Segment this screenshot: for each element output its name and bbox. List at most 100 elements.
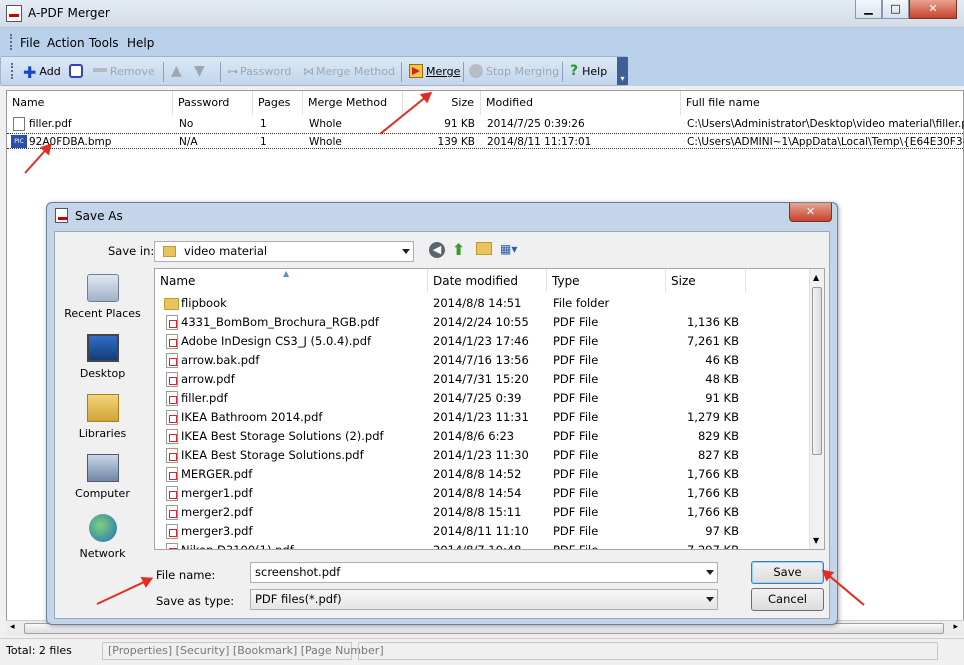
move-up-button[interactable]: ▲ bbox=[171, 63, 182, 81]
place-computer[interactable]: Computer bbox=[55, 454, 150, 514]
back-icon[interactable]: ◀ bbox=[429, 242, 445, 258]
header-name[interactable]: Name ▲ bbox=[155, 269, 428, 292]
save-in-label: Save in: bbox=[108, 244, 155, 258]
toolbar-grip[interactable] bbox=[11, 63, 14, 79]
dialog-close-button[interactable]: ✕ bbox=[789, 203, 832, 222]
cell-type: PDF File bbox=[553, 315, 599, 329]
minimize-button[interactable]: ▁ bbox=[855, 0, 882, 19]
cell-date: 2014/1/23 17:46 bbox=[433, 334, 529, 348]
help-button[interactable]: ? Help bbox=[570, 63, 607, 81]
save-as-type-dropdown[interactable]: PDF files(*.pdf) bbox=[250, 589, 718, 610]
remove-label: Remove bbox=[110, 65, 155, 78]
password-button[interactable]: ⊶ Password bbox=[227, 63, 291, 81]
place-label: Desktop bbox=[79, 367, 126, 380]
cell-date: 2014/1/23 11:30 bbox=[433, 448, 529, 462]
folder-icon bbox=[163, 246, 176, 257]
menu-grip[interactable] bbox=[10, 34, 13, 50]
sort-up-icon: ▲ bbox=[283, 269, 290, 278]
list-item[interactable]: Nikon D3100(1).pdf 2014/8/7 10:48 PDF File… bbox=[155, 541, 811, 550]
header-modified[interactable]: Modified bbox=[481, 91, 681, 115]
header-full-name[interactable]: Full file name bbox=[681, 91, 964, 115]
status-bar: Total: 2 files [Properties] [Security] [… bbox=[0, 638, 964, 665]
vertical-scrollbar[interactable]: ▲ ▼ bbox=[809, 269, 824, 549]
remove-button[interactable]: Remove bbox=[93, 63, 155, 81]
cancel-button[interactable]: Cancel bbox=[751, 588, 824, 611]
scroll-right-icon[interactable]: ▸ bbox=[953, 622, 958, 632]
cell-type: PDF File bbox=[553, 467, 599, 481]
header-name[interactable]: Name bbox=[7, 91, 173, 115]
merge-method-button[interactable]: ⋈ Merge Method bbox=[303, 63, 395, 81]
list-item[interactable]: flipbook 2014/8/8 14:51 File folder bbox=[155, 294, 811, 313]
cell-name: arrow.bak.pdf bbox=[181, 353, 260, 367]
cell-date: 2014/2/24 10:55 bbox=[433, 315, 529, 329]
table-row[interactable]: filler.pdf No 1 Whole 91 KB 2014/7/25 0:… bbox=[7, 116, 964, 132]
cell-name: merger2.pdf bbox=[181, 505, 253, 519]
maximize-button[interactable]: □ bbox=[882, 0, 909, 19]
scroll-thumb[interactable] bbox=[812, 287, 822, 455]
stop-merging-button[interactable]: Stop Merging bbox=[469, 63, 559, 81]
place-libraries[interactable]: Libraries bbox=[55, 394, 150, 454]
select-button[interactable] bbox=[69, 63, 86, 81]
status-links[interactable]: [Properties] [Security] [Bookmark] [Page… bbox=[108, 644, 384, 657]
dialog-titlebar: Save As ✕ bbox=[47, 203, 837, 229]
libraries-icon bbox=[86, 394, 119, 422]
minus-icon bbox=[93, 68, 107, 72]
pdf-file-icon bbox=[166, 486, 178, 501]
cell-modified: 2014/7/25 0:39:26 bbox=[487, 118, 585, 130]
close-button[interactable]: ✕ bbox=[909, 0, 957, 19]
menu-action[interactable]: Action bbox=[47, 36, 85, 50]
file-browser-list[interactable]: Name ▲ Date modified Type Size flipbook 20… bbox=[154, 268, 825, 550]
save-button[interactable]: Save bbox=[751, 561, 824, 584]
pdf-file-icon bbox=[166, 524, 178, 539]
up-folder-icon[interactable]: ⬆ bbox=[452, 240, 465, 259]
list-item[interactable]: Adobe InDesign CS3_J (5.0.4).pdf 2014/1/2… bbox=[155, 332, 811, 351]
cell-size: 1,766 KB bbox=[686, 505, 739, 519]
file-name-input[interactable]: screenshot.pdf bbox=[250, 562, 718, 583]
cell-size: 7,297 KB bbox=[686, 543, 739, 550]
list-item[interactable]: merger2.pdf 2014/8/8 15:11 PDF File 1,766 K… bbox=[155, 503, 811, 522]
place-desktop[interactable]: Desktop bbox=[55, 334, 150, 394]
header-type[interactable]: Type bbox=[547, 269, 666, 292]
save-in-dropdown[interactable]: video material bbox=[154, 241, 414, 262]
save-as-type-value: PDF files(*.pdf) bbox=[255, 592, 342, 606]
cell-pages: 1 bbox=[260, 118, 267, 130]
add-button[interactable]: ✚ Add bbox=[23, 63, 61, 81]
cell-date: 2014/7/16 13:56 bbox=[433, 353, 529, 367]
scroll-left-icon[interactable]: ◂ bbox=[10, 622, 15, 632]
file-name-label: File name: bbox=[156, 568, 216, 582]
list-item[interactable]: merger1.pdf 2014/8/8 14:54 PDF File 1,766 K… bbox=[155, 484, 811, 503]
menu-tools[interactable]: Tools bbox=[89, 36, 119, 50]
header-pages[interactable]: Pages bbox=[253, 91, 303, 115]
new-folder-icon[interactable] bbox=[476, 242, 492, 255]
view-menu-icon[interactable]: ▦▾ bbox=[500, 242, 524, 257]
list-item[interactable]: IKEA Best Storage Solutions (2).pdf 2014/… bbox=[155, 427, 811, 446]
pdf-file-icon bbox=[166, 391, 178, 406]
list-item[interactable]: IKEA Bathroom 2014.pdf 2014/1/23 11:31 PDF… bbox=[155, 408, 811, 427]
toolbar-separator bbox=[401, 62, 402, 82]
recent-places-icon bbox=[86, 274, 119, 302]
toolbar-overflow-button[interactable]: ▾ bbox=[617, 57, 628, 85]
move-down-button[interactable]: ▼ bbox=[194, 63, 205, 81]
list-item[interactable]: filler.pdf 2014/7/25 0:39 PDF File 91 KB bbox=[155, 389, 811, 408]
header-date-modified[interactable]: Date modified bbox=[428, 269, 547, 292]
cell-name: 4331_BomBom_Brochura_RGB.pdf bbox=[181, 315, 379, 329]
pdf-file-icon bbox=[166, 353, 178, 368]
list-item[interactable]: IKEA Best Storage Solutions.pdf 2014/1/23… bbox=[155, 446, 811, 465]
menu-help[interactable]: Help bbox=[127, 36, 154, 50]
table-row[interactable]: PIC 92A0FDBA.bmp N/A 1 Whole 139 KB 2014… bbox=[7, 133, 964, 149]
place-recent[interactable]: Recent Places bbox=[55, 274, 150, 334]
file-name-value: screenshot.pdf bbox=[255, 565, 341, 579]
header-size[interactable]: Size bbox=[666, 269, 746, 292]
list-item[interactable]: MERGER.pdf 2014/8/8 14:52 PDF File 1,766 KB bbox=[155, 465, 811, 484]
list-item[interactable]: arrow.bak.pdf 2014/7/16 13:56 PDF File 46 K… bbox=[155, 351, 811, 370]
scroll-up-icon[interactable]: ▲ bbox=[813, 273, 819, 282]
list-item[interactable]: merger3.pdf 2014/8/11 11:10 PDF File 97 KB bbox=[155, 522, 811, 541]
menu-file[interactable]: File bbox=[20, 36, 40, 50]
header-merge-method[interactable]: Merge Method bbox=[303, 91, 403, 115]
header-password[interactable]: Password bbox=[173, 91, 253, 115]
merge-button[interactable]: Merge bbox=[409, 63, 460, 81]
place-network[interactable]: Network bbox=[55, 514, 150, 574]
scroll-down-icon[interactable]: ▼ bbox=[813, 536, 819, 545]
list-item[interactable]: 4331_BomBom_Brochura_RGB.pdf 2014/2/24 10… bbox=[155, 313, 811, 332]
list-item[interactable]: arrow.pdf 2014/7/31 15:20 PDF File 48 KB bbox=[155, 370, 811, 389]
